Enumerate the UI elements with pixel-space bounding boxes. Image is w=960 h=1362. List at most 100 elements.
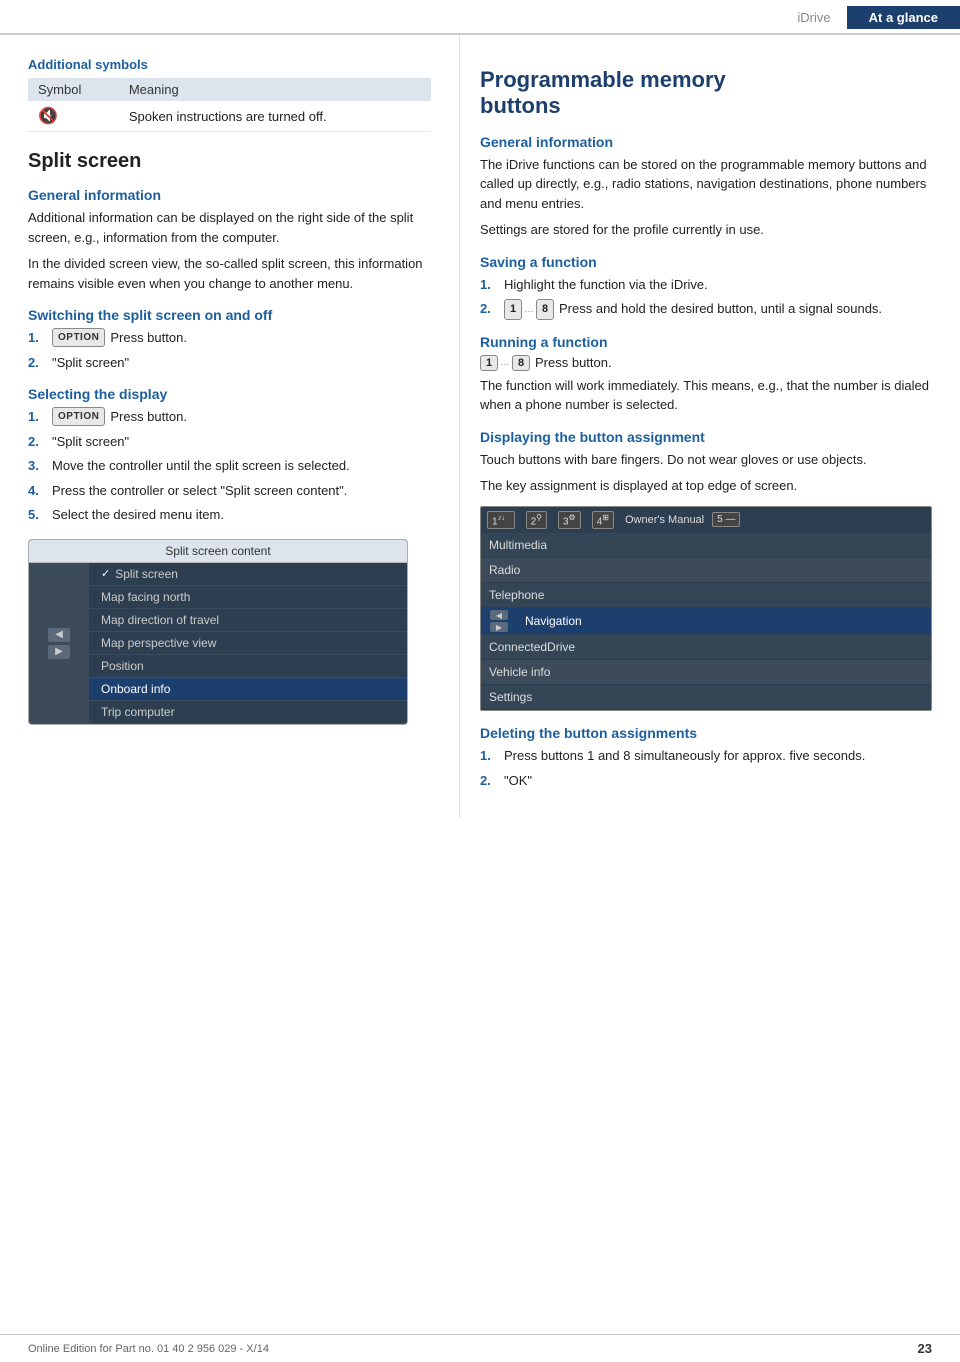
selecting-heading: Selecting the display [28, 386, 431, 402]
btn-header-num: 5 — [712, 512, 740, 527]
prog-memory-title-line1: Programmable memory [480, 67, 726, 92]
step-text: Select the desired menu item. [52, 505, 224, 525]
btn-header-item: 4⊞ [592, 511, 617, 529]
run-btn-end: 8 [512, 355, 530, 371]
btn-assignment-rows: MultimediaRadioTelephone ◀ ▶ NavigationC… [481, 533, 931, 710]
split-screen-title: Split screen [28, 150, 431, 173]
right-general-info-p2: Settings are stored for the profile curr… [480, 220, 932, 240]
table-row[interactable]: ◀ ▶ Navigation [481, 608, 931, 635]
table-row[interactable]: Settings [481, 685, 931, 710]
prog-memory-title: Programmable memory buttons [480, 67, 932, 120]
split-screen-menu: Split screen content ◀ ▶ Split screenMap… [28, 539, 408, 725]
list-item: 2."Split screen" [28, 432, 431, 452]
row-label: Multimedia [481, 533, 931, 557]
header-tab-active[interactable]: At a glance [847, 6, 960, 29]
step-num: 2. [28, 353, 50, 373]
row-label: ConnectedDrive [481, 635, 931, 659]
saving-function-heading: Saving a function [480, 254, 932, 270]
arrow-right: ▶ [490, 622, 508, 632]
step-text: Press button. [110, 407, 187, 427]
list-item: 2."Split screen" [28, 353, 431, 373]
switching-steps: 1.OPTIONPress button.2."Split screen" [28, 328, 431, 372]
option-btn-icon: OPTION [52, 407, 105, 426]
split-menu-item[interactable]: Map direction of travel [89, 609, 407, 632]
split-general-info-heading: General information [28, 187, 431, 203]
btn-header-item: Owner's Manual [625, 514, 704, 526]
split-menu-item[interactable]: Map perspective view [89, 632, 407, 655]
arrow-buttons: ◀ ▶ [48, 628, 70, 659]
row-label: Settings [481, 685, 931, 709]
table-row[interactable]: Telephone [481, 583, 931, 608]
btn-end: 8 [536, 299, 554, 320]
split-menu-body: ◀ ▶ Split screen Map facing northMap dire… [29, 563, 407, 724]
page-footer: Online Edition for Part no. 01 40 2 956 … [0, 1334, 960, 1362]
btn-assignment-table: 1♪♩ 2⚲ 3⚙ 4⊞ Owner's Manual 5 — MultimediaRad… [480, 506, 932, 711]
table-row[interactable]: Radio [481, 558, 931, 583]
col-symbol: Symbol [28, 78, 119, 101]
btn-assignment-header: 1♪♩ 2⚲ 3⚙ 4⊞ Owner's Manual 5 — [481, 507, 931, 533]
menu-item-label: Trip computer [101, 705, 175, 719]
step-text: Highlight the function via the iDrive. [504, 275, 708, 295]
list-item: 1.Highlight the function via the iDrive. [480, 275, 932, 295]
step-text: Press the controller or select "Split sc… [52, 481, 347, 501]
table-row[interactable]: Vehicle info [481, 660, 931, 685]
btn-start: 1 [504, 299, 522, 320]
btn-header-item: 2⚲ [526, 511, 550, 529]
prog-memory-title-line2: buttons [480, 93, 561, 118]
step-num: 5. [28, 505, 50, 525]
split-menu-item[interactable]: Map facing north [89, 586, 407, 609]
menu-item-label: Split screen [115, 567, 178, 581]
main-content: Additional symbols Symbol Meaning 🔇Spoke… [0, 35, 960, 818]
step-num: 4. [28, 481, 50, 501]
run-btn-range: 1 … 8 [480, 355, 530, 371]
split-menu-item[interactable]: Trip computer [89, 701, 407, 724]
selecting-steps: 1.OPTIONPress button.2."Split screen"3.M… [28, 407, 431, 525]
step-text: Press buttons 1 and 8 simultaneously for… [504, 746, 865, 766]
right-general-info-p1: The iDrive functions can be stored on th… [480, 155, 932, 214]
step-text: Press and hold the desired button, until… [559, 299, 882, 319]
table-row[interactable]: ConnectedDrive [481, 635, 931, 660]
step-text: Move the controller until the split scre… [52, 456, 350, 476]
btn-header-item: 3⚙ [558, 511, 584, 529]
row-label: Vehicle info [481, 660, 931, 684]
left-column: Additional symbols Symbol Meaning 🔇Spoke… [0, 35, 460, 818]
split-menu-item[interactable]: Split screen [89, 563, 407, 586]
table-row[interactable]: Multimedia [481, 533, 931, 558]
btn-header-item: 5 — [712, 512, 743, 527]
meaning-cell: Spoken instructions are turned off. [119, 101, 431, 132]
switching-heading: Switching the split screen on and off [28, 307, 431, 323]
step-num: 2. [28, 432, 50, 452]
step-text: Press button. [110, 328, 187, 348]
list-item: 1.OPTIONPress button. [28, 328, 431, 348]
split-general-info-p1: Additional information can be displayed … [28, 208, 431, 247]
btn-header-num: 2⚲ [526, 511, 547, 529]
arrow-right[interactable]: ▶ [48, 645, 70, 659]
step-num: 1. [480, 275, 502, 295]
list-item: 1.OPTIONPress button. [28, 407, 431, 427]
symbol-cell: 🔇 [28, 101, 119, 132]
split-menu-left-arrows: ◀ ▶ [29, 563, 89, 724]
split-menu-item[interactable]: Position [89, 655, 407, 678]
arrow-left[interactable]: ◀ [48, 628, 70, 642]
step-text: "Split screen" [52, 432, 129, 452]
step-num: 1. [480, 746, 502, 766]
running-step-text2: The function will work immediately. This… [480, 376, 932, 415]
page-header: iDrive At a glance [0, 0, 960, 35]
split-menu-item[interactable]: Onboard info [89, 678, 407, 701]
running-function-step: 1 … 8 Press button. [480, 355, 932, 371]
list-item: 5.Select the desired menu item. [28, 505, 431, 525]
btn-header-item: 1♪♩ [487, 511, 518, 529]
symbols-table: Symbol Meaning 🔇Spoken instructions are … [28, 78, 431, 132]
footer-page: 23 [918, 1341, 932, 1356]
run-btn-start: 1 [480, 355, 498, 371]
col-meaning: Meaning [119, 78, 431, 101]
btn-header-num: 4⊞ [592, 511, 614, 529]
split-menu-items: Split screen Map facing northMap directio… [89, 563, 407, 724]
deleting-steps: 1.Press buttons 1 and 8 simultaneously f… [480, 746, 932, 790]
run-step-text1: Press button. [535, 355, 612, 370]
row-label: Radio [481, 558, 931, 582]
displaying-heading: Displaying the button assignment [480, 429, 932, 445]
menu-item-label: Map perspective view [101, 636, 216, 650]
row-label: Navigation [517, 609, 931, 633]
option-btn-icon: OPTION [52, 328, 105, 347]
